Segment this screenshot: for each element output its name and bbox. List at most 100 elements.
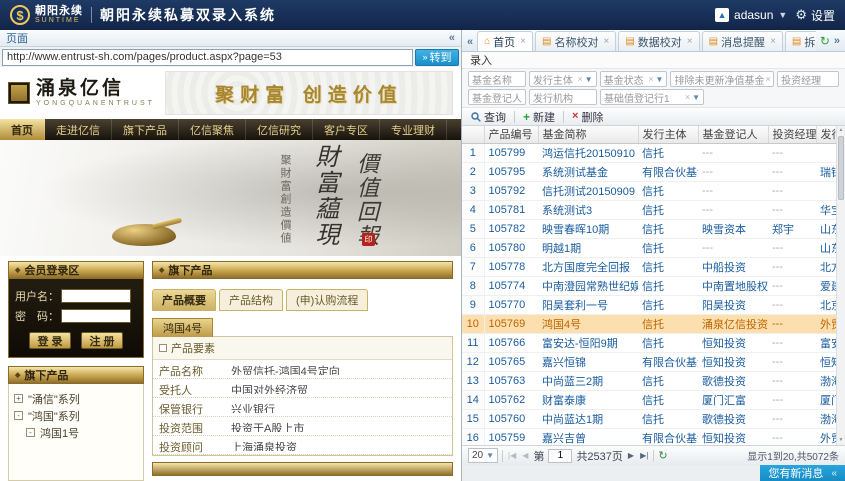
tree-item[interactable]: - "鸿国"系列 [14, 407, 138, 424]
chevron-down-icon[interactable]: ▼ [655, 75, 664, 84]
tree-collapse-icon[interactable]: - [14, 411, 23, 420]
base-value-filter[interactable]: 基础值登记行1 × ▼ [600, 89, 704, 105]
clear-icon[interactable]: × [647, 74, 654, 84]
tab-scroll-right-icon[interactable]: » [834, 35, 840, 47]
cell-product-code[interactable]: 105763 [484, 371, 538, 390]
scroll-down-icon[interactable]: ▼ [837, 436, 845, 445]
cell-product-code[interactable]: 105781 [484, 200, 538, 219]
cell-registrar[interactable]: 歌德投资 [698, 409, 768, 428]
cell-fund-name[interactable]: 系统测试基金 [538, 162, 638, 181]
cell-fund-name[interactable]: 嘉兴恒锦 [538, 352, 638, 371]
user-menu[interactable]: ▲ adasun ▼ [715, 8, 787, 22]
login-button[interactable]: 登 录 [29, 332, 71, 349]
site-nav-item[interactable]: 首页 [0, 119, 45, 140]
column-header[interactable]: 基金简称 [538, 126, 638, 143]
cell-product-code[interactable]: 105778 [484, 257, 538, 276]
cell-registrar[interactable]: 歌德投资 [698, 371, 768, 390]
vertical-scrollbar[interactable]: ▲ ▼ [836, 126, 845, 445]
product-tab[interactable]: 产品概要 [152, 289, 216, 311]
cell-fund-name[interactable]: 北方国度完全回报 [538, 257, 638, 276]
refresh-icon[interactable]: ↻ [658, 449, 667, 462]
cell-fund-name[interactable]: 鸿运信托20150910 [538, 143, 638, 162]
table-row[interactable]: 15 105760 中尚蓝达1期 信托 歌德投资 --- 渤海 [462, 409, 845, 428]
site-nav-item[interactable]: 走进亿信 [45, 119, 112, 140]
checkbox-icon[interactable] [159, 344, 167, 352]
query-button[interactable]: 查询 [468, 109, 509, 125]
cell-product-code[interactable]: 105759 [484, 428, 538, 445]
cell-fund-name[interactable]: 中尚蓝达1期 [538, 409, 638, 428]
manager-filter[interactable]: 投资经理 [777, 71, 839, 87]
last-page-icon[interactable]: ▶| [639, 451, 649, 460]
cell-registrar[interactable]: 中船投资 [698, 257, 768, 276]
table-row[interactable]: 3 105792 信托测试20150909 信托 --- --- [462, 181, 845, 200]
tree-item[interactable]: - 鸿国1号 [14, 424, 138, 441]
workspace-tab[interactable]: ▤ 拆分债券统计 × [785, 31, 816, 51]
cell-fund-name[interactable]: 系统测试3 [538, 200, 638, 219]
cell-fund-name[interactable]: 富安达-恒阳9期 [538, 333, 638, 352]
cell-registrar[interactable]: --- [698, 181, 768, 200]
scroll-up-icon[interactable]: ▲ [837, 126, 845, 135]
cell-product-code[interactable]: 105792 [484, 181, 538, 200]
clear-icon[interactable]: × [764, 74, 771, 84]
table-row[interactable]: 16 105759 嘉兴吉曾 有限合伙基金 恒知投资 --- 外贸 [462, 428, 845, 445]
cell-registrar[interactable]: --- [698, 143, 768, 162]
exclude-stale-nav-filter[interactable]: 排除未更新净值基金 × ▼ [670, 71, 774, 87]
cell-registrar[interactable]: 映雪资本 [698, 219, 768, 238]
cell-fund-name[interactable]: 阳昊套利一号 [538, 295, 638, 314]
table-row[interactable]: 2 105795 系统测试基金 有限合伙基金 --- --- 瑞银 [462, 162, 845, 181]
registrar-filter[interactable]: 基金登记人 [468, 89, 526, 105]
product-tab[interactable]: (申)认购流程 [286, 289, 368, 311]
table-row[interactable]: 1 105799 鸿运信托20150910 信托 --- --- [462, 143, 845, 162]
tab-close-icon[interactable]: × [687, 36, 693, 47]
url-input[interactable] [2, 49, 413, 66]
table-row[interactable]: 14 105762 财富泰康 信托 厦门汇富 --- 厦门 [462, 390, 845, 409]
table-row[interactable]: 7 105778 北方国度完全回报 信托 中船投资 --- 北方 [462, 257, 845, 276]
collapse-left-icon[interactable]: « [449, 32, 455, 44]
product-name-tab[interactable]: 鸿国4号 [152, 318, 213, 337]
workspace-tab[interactable]: ▤ 消息提醒 × [702, 31, 783, 51]
cell-registrar[interactable]: 恒知投资 [698, 352, 768, 371]
chevron-down-icon[interactable]: ▼ [691, 93, 700, 102]
cell-product-code[interactable]: 105795 [484, 162, 538, 181]
tab-close-icon[interactable]: × [770, 36, 776, 47]
workspace-tab[interactable]: ⌂ 首页 × [477, 31, 533, 51]
register-button[interactable]: 注 册 [81, 332, 123, 349]
cell-fund-name[interactable]: 鸿国4号 [538, 314, 638, 333]
cell-product-code[interactable]: 105782 [484, 219, 538, 238]
cell-fund-name[interactable]: 财富泰康 [538, 390, 638, 409]
tree-item[interactable]: + "涌信"系列 [14, 390, 138, 407]
site-nav-item[interactable]: 专业理财 [380, 119, 447, 140]
column-header[interactable]: 产品编号 [484, 126, 538, 143]
workspace-tab[interactable]: ▤ 名称校对 × [535, 31, 616, 51]
tab-close-icon[interactable]: × [520, 36, 526, 47]
tab-scroll-left-icon[interactable]: « [464, 36, 476, 51]
clear-icon[interactable]: × [576, 74, 583, 84]
column-header[interactable]: 发行主体 [638, 126, 698, 143]
cell-registrar[interactable]: --- [698, 238, 768, 257]
cell-product-code[interactable]: 105780 [484, 238, 538, 257]
new-message-notification[interactable]: 您有新消息 « [760, 465, 845, 481]
fund-name-filter[interactable]: 基金名称 [468, 71, 526, 87]
cell-product-code[interactable]: 105762 [484, 390, 538, 409]
cell-fund-name[interactable]: 信托测试20150909 [538, 181, 638, 200]
cell-fund-name[interactable]: 映雪春晖10期 [538, 219, 638, 238]
table-row[interactable]: 4 105781 系统测试3 信托 --- --- 华宝 [462, 200, 845, 219]
cell-registrar[interactable]: 阳昊投资 [698, 295, 768, 314]
cell-product-code[interactable]: 105760 [484, 409, 538, 428]
column-header[interactable]: 投资经理 [768, 126, 816, 143]
username-input[interactable] [61, 289, 131, 303]
page-number-input[interactable] [548, 449, 572, 463]
cell-fund-name[interactable]: 嘉兴吉曾 [538, 428, 638, 445]
table-row[interactable]: 8 105774 中南澄园常熟世纪娱城 信托 中南置地股权投资 --- 爱建 [462, 276, 845, 295]
create-button[interactable]: + 新建 [520, 109, 558, 125]
tree-collapse-icon[interactable]: - [26, 428, 35, 437]
issuer-filter[interactable]: 发行主体 × ▼ [529, 71, 597, 87]
cell-registrar[interactable]: 中南置地股权投资 [698, 276, 768, 295]
workspace-tab[interactable]: ▤ 数据校对 × [618, 31, 699, 51]
tree-expand-icon[interactable]: + [14, 394, 23, 403]
cell-registrar[interactable]: 恒知投资 [698, 428, 768, 445]
password-input[interactable] [61, 309, 131, 323]
cell-registrar[interactable]: 厦门汇富 [698, 390, 768, 409]
cell-registrar[interactable]: 涌泉亿信投资 [698, 314, 768, 333]
table-row[interactable]: 13 105763 中尚蓝三2期 信托 歌德投资 --- 渤海 [462, 371, 845, 390]
